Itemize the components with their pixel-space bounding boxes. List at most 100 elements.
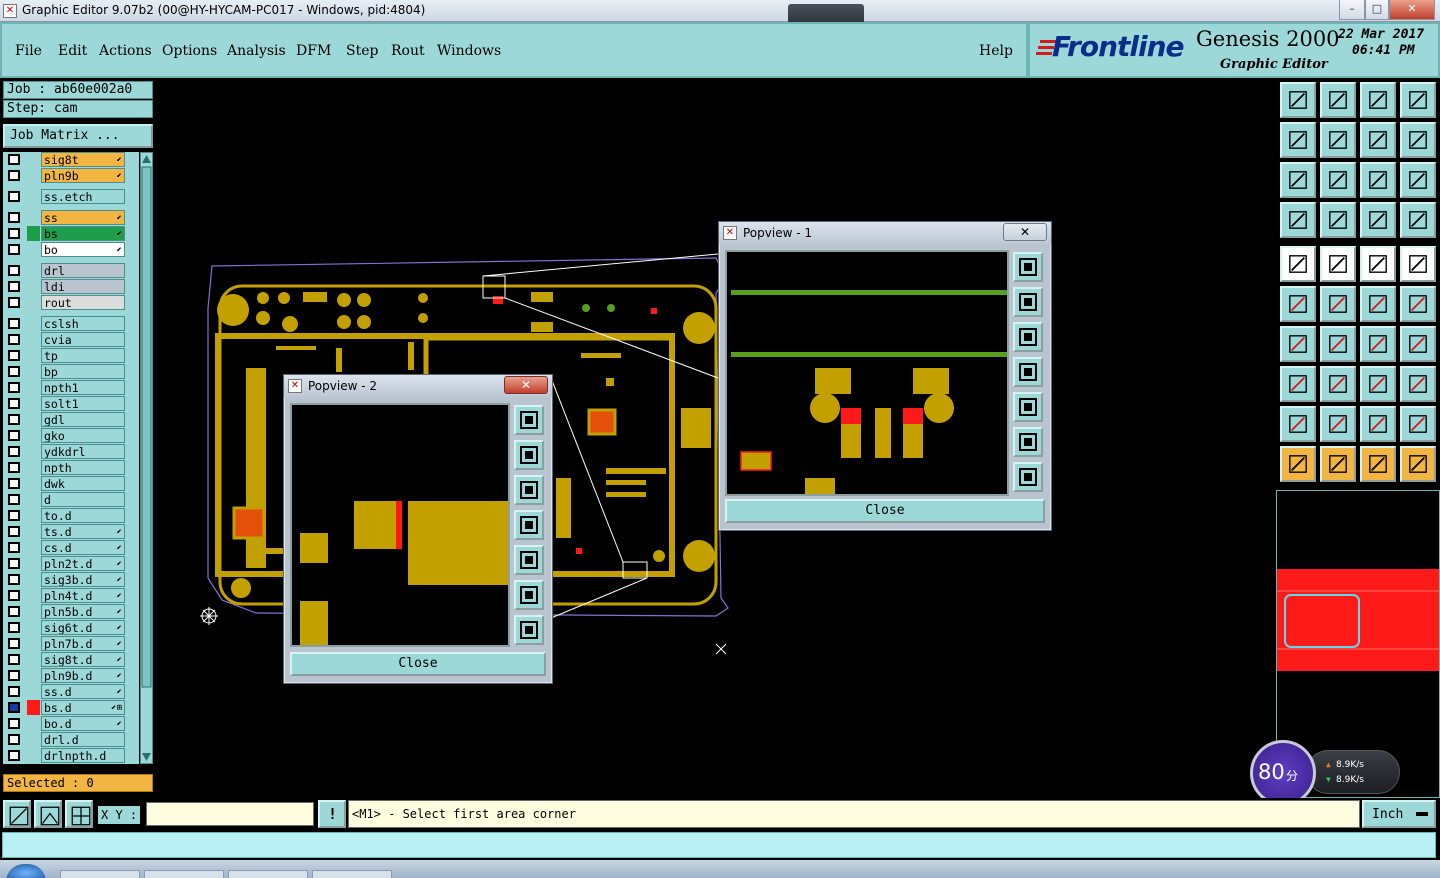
layer-row[interactable]: rout	[3, 295, 139, 310]
pan-up-icon[interactable]	[1280, 82, 1316, 118]
popview-1-close-x[interactable]: ✕	[1003, 223, 1047, 241]
layer-row[interactable]: npth	[3, 460, 139, 475]
layer-scrollbar[interactable]	[140, 152, 153, 764]
home-icon[interactable]	[1360, 82, 1396, 118]
slash-icon[interactable]	[1320, 326, 1356, 362]
layer-row[interactable]: bo ⬋	[3, 242, 139, 257]
layer-row[interactable]: cslsh	[3, 316, 139, 331]
layer-row[interactable]: drlnpth.d	[3, 748, 139, 763]
move-icon[interactable]	[1360, 286, 1396, 322]
copy-icon[interactable]	[1400, 286, 1436, 322]
zoom-area-icon[interactable]	[3, 800, 31, 828]
layer-row[interactable]: gdl	[3, 412, 139, 427]
popview-2-titlebar[interactable]: ✕ Popview - 2 ✕	[284, 375, 552, 397]
layer-row[interactable]: drl.d	[3, 732, 139, 747]
layer-row[interactable]: d	[3, 492, 139, 507]
layer-row[interactable]: to.d	[3, 508, 139, 523]
layer-row[interactable]: sig8t ⬋	[3, 152, 139, 167]
layer-checkbox[interactable]	[8, 382, 20, 393]
zoom-window-icon[interactable]	[1013, 252, 1043, 282]
select-arrow-icon[interactable]	[1280, 446, 1316, 482]
layer-checkbox[interactable]	[8, 702, 20, 713]
layer-row[interactable]: ldi	[3, 279, 139, 294]
layer-row[interactable]: sig3b.d ⬋	[3, 572, 139, 587]
zoom-window-icon[interactable]	[514, 405, 544, 435]
layer-row[interactable]: tp	[3, 348, 139, 363]
pan-left-icon[interactable]	[514, 510, 544, 540]
ruler-icon[interactable]	[1360, 246, 1396, 282]
layer-row[interactable]: bs.d ⬋⊞	[3, 700, 139, 715]
maximize-button[interactable]: □	[1365, 0, 1389, 20]
layer-checkbox[interactable]	[8, 494, 20, 505]
layer-row[interactable]: sig8t.d ⬋	[3, 652, 139, 667]
layer-checkbox[interactable]	[8, 734, 20, 745]
xy-input[interactable]	[146, 802, 314, 826]
layer-checkbox[interactable]	[8, 170, 20, 181]
layer-checkbox[interactable]	[8, 462, 20, 473]
layer-row[interactable]: sig6t.d ⬋	[3, 620, 139, 635]
menu-actions[interactable]: Actions	[99, 43, 152, 59]
arc2-icon[interactable]	[1360, 406, 1396, 442]
menu-options[interactable]: Options	[162, 43, 217, 59]
grid-snap-icon[interactable]	[65, 800, 93, 828]
break-icon[interactable]	[1320, 366, 1356, 402]
speed-overlay[interactable]: 80 分 ▲ 8.9K/s ▼ 8.9K/s	[1250, 740, 1400, 806]
layer-checkbox[interactable]	[8, 212, 20, 223]
pan-up-icon[interactable]	[514, 440, 544, 470]
layer-checkbox[interactable]	[8, 191, 20, 202]
select-box-icon[interactable]	[1320, 446, 1356, 482]
popview-2-close-button[interactable]: Close	[290, 652, 546, 676]
layer-row[interactable]: gko	[3, 428, 139, 443]
pan-down-icon[interactable]	[1013, 322, 1043, 352]
layer-row[interactable]: pln7b.d ⬋	[3, 636, 139, 651]
layer-checkbox[interactable]	[8, 318, 20, 329]
pan-right-icon[interactable]	[1013, 392, 1043, 422]
units-selector[interactable]: Inch	[1362, 800, 1436, 828]
layer-checkbox[interactable]	[8, 654, 20, 665]
message-alert-icon[interactable]: !	[318, 800, 346, 828]
layer-row[interactable]: pln2t.d ⬋	[3, 556, 139, 571]
layer-checkbox[interactable]	[8, 542, 20, 553]
arc-icon[interactable]	[1320, 406, 1356, 442]
layer-checkbox[interactable]	[8, 606, 20, 617]
layer-row[interactable]: ss ⬋	[3, 210, 139, 225]
pan-left-icon[interactable]	[1280, 122, 1316, 158]
layer-attr-icon[interactable]	[1360, 202, 1396, 238]
arc3-icon[interactable]	[1400, 406, 1436, 442]
minimize-button[interactable]: –	[1339, 0, 1365, 20]
connect-icon[interactable]	[1280, 286, 1316, 322]
menu-help[interactable]: Help	[979, 43, 1013, 59]
zoom-in-icon[interactable]	[1013, 462, 1043, 492]
group-icon[interactable]	[1400, 366, 1436, 402]
layer-checkbox[interactable]	[8, 414, 20, 425]
layer-row[interactable]: cs.d ⬋	[3, 540, 139, 555]
layer-row[interactable]: bs ⬋	[3, 226, 139, 241]
layer-checkbox[interactable]	[8, 297, 20, 308]
merge-icon[interactable]	[1360, 366, 1396, 402]
triangle-icon[interactable]	[1280, 406, 1316, 442]
layer-checkbox[interactable]	[8, 244, 20, 255]
zoom-in-icon[interactable]	[1320, 162, 1356, 198]
layer-checkbox[interactable]	[8, 622, 20, 633]
job-matrix-button[interactable]: Job Matrix ...	[3, 124, 153, 148]
help-icon[interactable]	[1400, 162, 1436, 198]
snap-icon[interactable]	[1280, 202, 1316, 238]
circle-icon[interactable]	[1400, 246, 1436, 282]
pan-right-icon[interactable]	[1320, 122, 1356, 158]
mirror-icon[interactable]	[1400, 326, 1436, 362]
layer-checkbox[interactable]	[8, 366, 20, 377]
select-point-icon[interactable]	[1360, 446, 1396, 482]
layer-checkbox[interactable]	[8, 398, 20, 409]
angle-icon[interactable]	[1280, 326, 1316, 362]
taskbar-item[interactable]	[144, 870, 224, 878]
layer-row[interactable]: ydkdrl	[3, 444, 139, 459]
taskbar-item[interactable]	[228, 870, 308, 878]
popview-1-view[interactable]	[725, 250, 1009, 496]
layer-checkbox[interactable]	[8, 638, 20, 649]
layer-checkbox[interactable]	[8, 670, 20, 681]
menu-analysis[interactable]: Analysis	[227, 43, 286, 59]
layer-row[interactable]: pln9b ⬋	[3, 168, 139, 183]
window-icon[interactable]	[1400, 82, 1436, 118]
layer-checkbox[interactable]	[8, 430, 20, 441]
layer-checkbox[interactable]	[8, 265, 20, 276]
